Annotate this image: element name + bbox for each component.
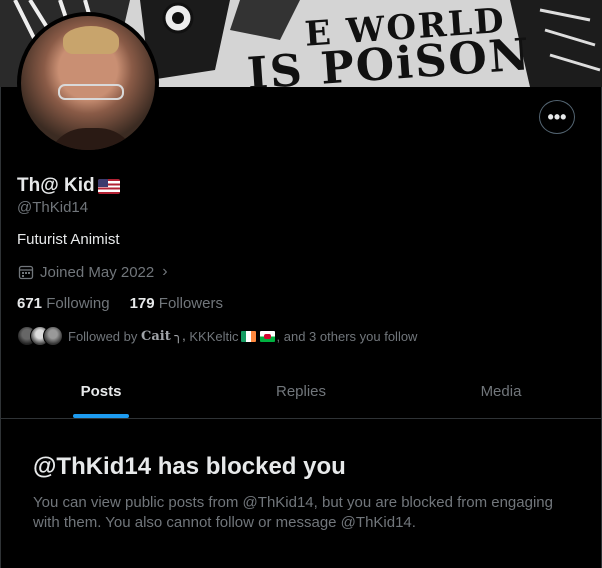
profile-avatar[interactable] bbox=[17, 12, 159, 154]
column-border-left bbox=[0, 87, 1, 568]
calendar-icon bbox=[18, 265, 34, 280]
tab-media[interactable]: Media bbox=[401, 365, 601, 418]
followers-link[interactable]: 179 Followers bbox=[130, 295, 223, 312]
avatar-glasses bbox=[58, 84, 124, 100]
ellipsis-icon: ••• bbox=[547, 106, 567, 127]
followed-by-row[interactable]: Followed by Cait ╮, KKKeltic , and 3 oth… bbox=[17, 326, 417, 346]
following-link[interactable]: 671 Following bbox=[17, 295, 110, 312]
display-name: Th@ Kid bbox=[17, 175, 120, 197]
profile-tabs: Posts Replies Media bbox=[1, 365, 601, 419]
joined-date[interactable]: Joined May 2022 › bbox=[18, 263, 168, 281]
tab-replies[interactable]: Replies bbox=[201, 365, 401, 418]
chevron-right-icon: › bbox=[162, 263, 168, 280]
profile-bio: Futurist Animist bbox=[17, 231, 120, 248]
tab-posts[interactable]: Posts bbox=[1, 365, 201, 418]
more-options-button[interactable]: ••• bbox=[539, 100, 575, 134]
active-tab-indicator bbox=[73, 414, 129, 418]
ireland-flag-icon bbox=[240, 330, 256, 342]
profile-handle: @ThKid14 bbox=[17, 199, 89, 216]
blocked-title: @ThKid14 has blocked you bbox=[33, 453, 346, 480]
wales-flag-icon bbox=[259, 330, 275, 342]
blocked-description: You can view public posts from @ThKid14,… bbox=[33, 494, 553, 531]
follow-stats: 671 Following 179 Followers bbox=[17, 295, 223, 312]
avatar-shirt bbox=[46, 128, 138, 150]
mutual-avatars bbox=[17, 326, 63, 346]
mutual-avatar bbox=[43, 326, 63, 346]
avatar-hair bbox=[63, 26, 119, 54]
us-flag-icon bbox=[97, 178, 120, 194]
